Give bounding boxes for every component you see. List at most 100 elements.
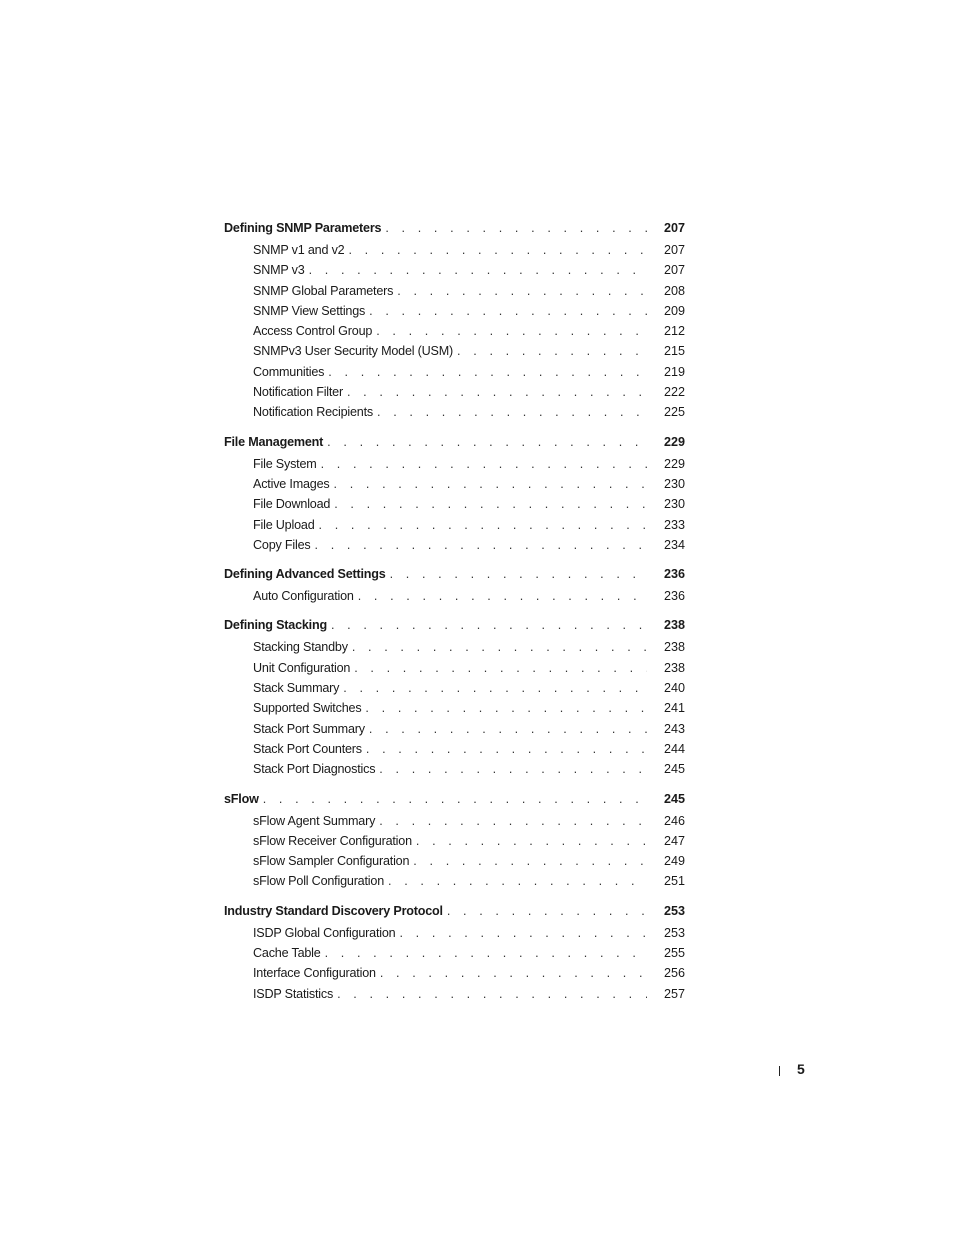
toc-subentry[interactable]: SNMP v1 and v2 . . . . . . . . . . . . .… bbox=[224, 242, 685, 262]
dot-leader: . . . . . . . . . . . . . . . . . . . . … bbox=[369, 303, 647, 318]
toc-entry-page: 251 bbox=[663, 874, 685, 889]
toc-subentry[interactable]: Unit Configuration . . . . . . . . . . .… bbox=[224, 659, 685, 680]
toc-subentry[interactable]: File System . . . . . . . . . . . . . . … bbox=[224, 455, 685, 476]
dot-leader: . . . . . . . . . . . . . . . . . . . . … bbox=[379, 762, 647, 777]
toc-entry-title: File System bbox=[253, 455, 321, 473]
toc-subentry[interactable]: Auto Configuration . . . . . . . . . . .… bbox=[224, 588, 685, 608]
toc-entry-title: Stack Summary bbox=[253, 680, 344, 698]
dot-leader: . . . . . . . . . . . . . . . . . . . . … bbox=[388, 874, 647, 889]
dot-leader: . . . . . . . . . . . . . . . . . . . . … bbox=[397, 283, 647, 298]
toc-entry-page: 209 bbox=[663, 303, 685, 318]
toc-entry-title: File Download bbox=[253, 496, 335, 514]
toc-section-heading[interactable]: File Management . . . . . . . . . . . . … bbox=[224, 433, 685, 456]
toc-section-heading[interactable]: Defining Stacking . . . . . . . . . . . … bbox=[224, 617, 685, 639]
toc-subentry[interactable]: Interface Configuration . . . . . . . . … bbox=[224, 965, 685, 985]
dot-leader: . . . . . . . . . . . . . . . . . . . . … bbox=[457, 344, 647, 359]
toc-entry-page: 219 bbox=[663, 364, 685, 379]
dot-leader: . . . . . . . . . . . . . . . . . . . . … bbox=[318, 517, 647, 532]
toc-entry-page: 257 bbox=[663, 986, 685, 1001]
toc-entry-page: 249 bbox=[663, 854, 685, 869]
toc-section-heading[interactable]: sFlow . . . . . . . . . . . . . . . . . … bbox=[224, 790, 685, 813]
dot-leader: . . . . . . . . . . . . . . . . . . . . … bbox=[377, 405, 647, 420]
toc-subentry[interactable]: Cache Table . . . . . . . . . . . . . . … bbox=[224, 945, 685, 965]
toc-entry-title: Stack Port Diagnostics bbox=[253, 761, 380, 779]
toc-subentry[interactable]: Notification Recipients . . . . . . . . … bbox=[224, 404, 685, 424]
toc-subentry[interactable]: Access Control Group . . . . . . . . . .… bbox=[224, 323, 685, 343]
toc-entry-page: 245 bbox=[663, 791, 685, 806]
toc-section-heading[interactable]: Industry Standard Discovery Protocol . .… bbox=[224, 902, 685, 925]
toc-entry-title: File Upload bbox=[253, 516, 319, 534]
toc-subentry[interactable]: sFlow Sampler Configuration . . . . . . … bbox=[224, 853, 685, 873]
toc-subentry[interactable]: Communities . . . . . . . . . . . . . . … bbox=[224, 363, 685, 384]
toc-entry-page: 234 bbox=[663, 537, 685, 552]
toc-entry-page: 229 bbox=[663, 434, 685, 449]
toc-subentry[interactable]: Stack Port Diagnostics . . . . . . . . .… bbox=[224, 761, 685, 781]
toc-entry-page: 238 bbox=[663, 618, 685, 633]
toc-subentry[interactable]: Notification Filter . . . . . . . . . . … bbox=[224, 384, 685, 404]
toc-section-heading[interactable]: Defining SNMP Parameters . . . . . . . .… bbox=[224, 220, 685, 242]
toc-subentry[interactable]: SNMP Global Parameters . . . . . . . . .… bbox=[224, 282, 685, 303]
toc-subentry[interactable]: File Download . . . . . . . . . . . . . … bbox=[224, 496, 685, 516]
dot-leader: . . . . . . . . . . . . . . . . . . . . … bbox=[308, 263, 647, 278]
toc-entry-page: 240 bbox=[663, 681, 685, 696]
toc-entry-page: 207 bbox=[663, 263, 685, 278]
toc-section: Defining SNMP Parameters . . . . . . . .… bbox=[224, 220, 685, 425]
dot-leader: . . . . . . . . . . . . . . . . . . . . … bbox=[324, 946, 647, 961]
toc-subentry[interactable]: SNMP View Settings . . . . . . . . . . .… bbox=[224, 302, 685, 323]
dot-leader: . . . . . . . . . . . . . . . . . . . . … bbox=[346, 385, 647, 400]
toc-subentry[interactable]: Stack Port Summary . . . . . . . . . . .… bbox=[224, 720, 685, 741]
toc-subentry[interactable]: ISDP Global Configuration . . . . . . . … bbox=[224, 924, 685, 945]
toc-entry-page: 247 bbox=[663, 833, 685, 848]
toc-entry-page: 208 bbox=[663, 283, 685, 298]
toc-entry-title: SNMP v3 bbox=[253, 262, 309, 280]
toc-entry-title: sFlow bbox=[224, 790, 263, 808]
toc-section: Defining Stacking . . . . . . . . . . . … bbox=[224, 617, 685, 781]
toc-entry-title: SNMP v1 and v2 bbox=[253, 242, 349, 259]
toc-entry-page: 225 bbox=[663, 405, 685, 420]
toc-subentry[interactable]: Stack Summary . . . . . . . . . . . . . … bbox=[224, 680, 685, 700]
toc-subentry[interactable]: sFlow Agent Summary . . . . . . . . . . … bbox=[224, 812, 685, 833]
toc-subentry[interactable]: Stacking Standby . . . . . . . . . . . .… bbox=[224, 639, 685, 659]
toc-entry-title: Unit Configuration bbox=[253, 659, 355, 677]
toc-entry-title: Active Images bbox=[253, 475, 334, 493]
toc-entry-title: Copy Files bbox=[253, 536, 315, 554]
toc-subentry[interactable]: Active Images . . . . . . . . . . . . . … bbox=[224, 475, 685, 496]
toc-entry-page: 233 bbox=[663, 517, 685, 532]
toc-subentry[interactable]: Stack Port Counters . . . . . . . . . . … bbox=[224, 740, 685, 761]
toc-entry-title: Defining SNMP Parameters bbox=[224, 220, 386, 237]
dot-leader: . . . . . . . . . . . . . . . . . . . . … bbox=[399, 925, 647, 940]
toc-entry-page: 212 bbox=[663, 324, 685, 339]
dot-leader: . . . . . . . . . . . . . . . . . . . . … bbox=[379, 813, 647, 828]
dot-leader: . . . . . . . . . . . . . . . . . . . . … bbox=[385, 221, 647, 235]
toc-entry-title: Stack Port Counters bbox=[253, 740, 366, 758]
toc-entry-title: ISDP Statistics bbox=[253, 985, 338, 1003]
toc-entry-page: 244 bbox=[663, 741, 685, 756]
dot-leader: . . . . . . . . . . . . . . . . . . . . … bbox=[328, 364, 647, 379]
toc-section: Industry Standard Discovery Protocol . .… bbox=[224, 902, 685, 1006]
toc-subentry[interactable]: sFlow Poll Configuration . . . . . . . .… bbox=[224, 873, 685, 893]
toc-entry-title: ISDP Global Configuration bbox=[253, 924, 400, 942]
toc-subentry[interactable]: Supported Switches . . . . . . . . . . .… bbox=[224, 700, 685, 720]
toc-entry-title: Access Control Group bbox=[253, 323, 377, 341]
toc-entry-page: 253 bbox=[663, 903, 685, 918]
toc-subentry[interactable]: Copy Files . . . . . . . . . . . . . . .… bbox=[224, 536, 685, 557]
toc-entry-page: 245 bbox=[663, 762, 685, 777]
dot-leader: . . . . . . . . . . . . . . . . . . . . … bbox=[365, 741, 647, 756]
toc-section-heading[interactable]: Defining Advanced Settings . . . . . . .… bbox=[224, 566, 685, 588]
toc-subentry[interactable]: SNMPv3 User Security Model (USM) . . . .… bbox=[224, 343, 685, 363]
toc-subentry[interactable]: SNMP v3 . . . . . . . . . . . . . . . . … bbox=[224, 262, 685, 282]
toc-subentry[interactable]: ISDP Statistics . . . . . . . . . . . . … bbox=[224, 985, 685, 1006]
toc-entry-title: Stacking Standby bbox=[253, 639, 352, 657]
dot-leader: . . . . . . . . . . . . . . . . . . . . … bbox=[413, 854, 647, 869]
toc-entry-title: Defining Stacking bbox=[224, 617, 331, 635]
dot-leader: . . . . . . . . . . . . . . . . . . . . … bbox=[334, 497, 647, 512]
dot-leader: . . . . . . . . . . . . . . . . . . . . … bbox=[327, 434, 647, 449]
dot-leader: . . . . . . . . . . . . . . . . . . . . … bbox=[415, 833, 647, 848]
toc-subentry[interactable]: File Upload . . . . . . . . . . . . . . … bbox=[224, 516, 685, 537]
toc-entry-page: 246 bbox=[663, 813, 685, 828]
toc-entry-page: 243 bbox=[663, 721, 685, 736]
toc-subentry[interactable]: sFlow Receiver Configuration . . . . . .… bbox=[224, 832, 685, 853]
dot-leader: . . . . . . . . . . . . . . . . . . . . … bbox=[365, 701, 647, 716]
toc-entry-page: 230 bbox=[663, 476, 685, 491]
dot-leader: . . . . . . . . . . . . . . . . . . . . … bbox=[348, 243, 647, 257]
